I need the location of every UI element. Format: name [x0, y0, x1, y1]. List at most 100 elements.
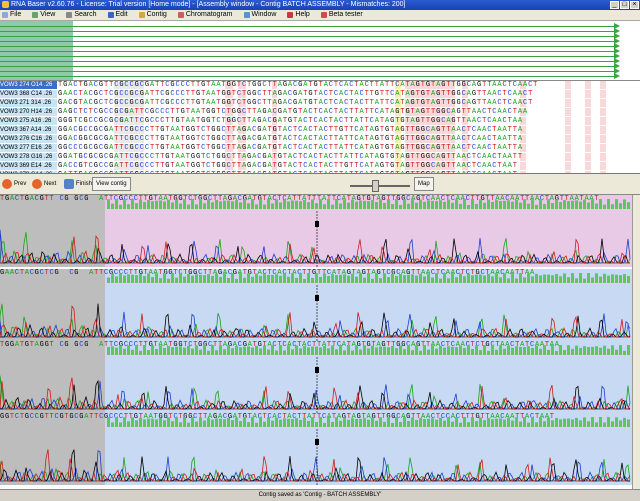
quality-bar — [271, 420, 274, 427]
quality-bar — [427, 349, 430, 355]
chromatogram-trace[interactable]: TGACTGACGTT CG GCG ATTCGCCCTTGTAATGGTCTG… — [0, 195, 632, 267]
quality-bar — [335, 199, 338, 209]
read-sequence[interactable]: GACGTACGCTCGCCGCGATTCGCCCTTGTAATGGTCTGGC… — [58, 99, 640, 108]
chromatogram-panel[interactable]: TGACTGACGTT CG GCG ATTCGCCCTTGTAATGGTCTG… — [0, 195, 632, 489]
read-sequence[interactable]: GGGTCGCCGCGCGATTCGCCCTTGTAATGGTCTGGCTTAG… — [58, 117, 640, 126]
menu-item-help[interactable]: Help — [285, 10, 310, 20]
prev-button[interactable]: Prev — [2, 177, 26, 190]
menu-item-search[interactable]: Search — [64, 10, 97, 20]
quality-bar — [603, 422, 606, 427]
overview-read-line — [0, 41, 615, 42]
cursor-marker — [315, 439, 319, 445]
quality-bar — [147, 350, 150, 355]
read-sequence[interactable]: GGCCCGCGCGATTCGCCCTTGTAATGGTCTGGCTTAGACG… — [58, 144, 640, 153]
menu-item-edit[interactable]: Edit — [106, 10, 128, 20]
read-label[interactable]: VOW3 270 H14 .26 — [0, 108, 57, 117]
quality-bar — [315, 346, 318, 355]
quality-bar — [259, 199, 262, 209]
quality-bar — [575, 200, 578, 209]
contig-overview[interactable] — [0, 21, 640, 81]
menu-item-file[interactable]: File — [0, 10, 21, 20]
chromatogram-trace[interactable]: TGGATGTAGGT CG GCG ATTCGCCCTTGTAATGGTCTG… — [0, 341, 632, 413]
menu-item-window[interactable]: Window — [242, 10, 276, 20]
quality-bar — [355, 201, 358, 209]
overview-read-line — [0, 71, 615, 72]
window-icon — [243, 12, 250, 18]
quality-bar — [259, 417, 262, 427]
quality-bar — [139, 417, 142, 427]
quality-bar — [267, 274, 270, 283]
finish-icon — [64, 178, 74, 189]
menu-item-chromatogram[interactable]: Chromatogram — [176, 10, 233, 20]
quality-bar — [623, 274, 626, 283]
quality-bar — [559, 202, 562, 209]
read-label[interactable]: VOW3 271 314 .26 — [0, 99, 57, 108]
minimize-button[interactable]: _ — [610, 1, 619, 9]
finish-button[interactable]: Finish — [64, 177, 92, 190]
quality-bar — [279, 202, 282, 209]
overview-read-line — [0, 26, 615, 27]
quality-bar — [419, 199, 422, 209]
zoom-slider-track[interactable] — [350, 185, 410, 187]
quality-bar — [299, 273, 302, 283]
quality-bar — [399, 345, 402, 355]
zoom-slider-knob[interactable] — [372, 180, 379, 192]
quality-bar — [223, 200, 226, 209]
read-label[interactable]: VOW3 368 C14 .26 — [0, 90, 57, 99]
quality-bar — [123, 348, 126, 355]
close-button[interactable]: × — [630, 1, 639, 9]
quality-bar — [215, 273, 218, 283]
quality-bar — [339, 345, 342, 355]
quality-bar — [539, 417, 542, 427]
alignment-sequences[interactable]: TGACTGACGTTCGCCGCGATTCGCCCTTGTAATGGTCTGG… — [58, 81, 640, 173]
maximize-button[interactable]: □ — [620, 1, 629, 9]
read-sequence[interactable]: GGACGGCGCGATTCGCCCTTGTAATGGTCTGGCTTAGACG… — [58, 135, 640, 144]
menu-item-beta-tester[interactable]: Beta tester — [319, 10, 363, 20]
next-button[interactable]: Next — [32, 177, 56, 190]
read-label[interactable]: VOW3 277 E16 .26 — [0, 144, 57, 153]
quality-bar — [335, 417, 338, 427]
quality-bar — [119, 345, 122, 355]
quality-bar — [287, 276, 290, 283]
chromatogram-trace[interactable]: GAACTACGCTCG CG ATTCGCCCTTGTAATGGTCTGGCT… — [0, 269, 632, 341]
quality-bar — [223, 349, 226, 355]
read-label[interactable]: VOW3 275 A16 .26 — [0, 117, 57, 126]
quality-bar — [519, 273, 522, 283]
quality-bar — [623, 350, 626, 355]
quality-bar — [359, 200, 362, 209]
map-button[interactable]: Map — [414, 177, 434, 191]
read-label[interactable]: VOW3 278 G16 .26 — [0, 153, 57, 162]
read-label[interactable]: VOW3 369 E14 .26 — [0, 162, 57, 171]
quality-bar — [275, 350, 278, 355]
read-sequence[interactable]: GAACTACGCTCGCCGCGATTCGCCCTTGTAATGGTCTGGC… — [58, 90, 640, 99]
vertical-scrollbar[interactable] — [632, 195, 640, 489]
quality-bar — [483, 420, 486, 427]
read-sequence[interactable]: TGACTGACGTTCGCCGCGATTCGCCCTTGTAATGGTCTGG… — [58, 81, 640, 90]
menu-item-view[interactable]: View — [30, 10, 55, 20]
quality-bar — [291, 273, 294, 283]
trace-plot — [0, 273, 631, 341]
read-sequence[interactable]: GGACGCCGCGATTCGCCCTTGTAATGGTCTGGCTTAGACG… — [58, 126, 640, 135]
read-label[interactable]: VOW3 274 O14 .26 — [0, 81, 57, 90]
read-sequence[interactable]: GGATGCGCGCGATTCGCCCTTGTAATGGTCTGGCTTAGAC… — [58, 153, 640, 162]
overview-read-line — [0, 36, 615, 37]
chromatogram-trace[interactable]: GGTCTGCCGTTCGTGCGATTCGCCCTTGTAATGGTCTGGC… — [0, 413, 632, 485]
quality-bar — [347, 202, 350, 209]
quality-bar — [119, 422, 122, 427]
read-label[interactable]: VOW3 367 A14 .26 — [0, 126, 57, 135]
view-contig-button[interactable]: View contig — [92, 177, 131, 191]
quality-bar — [499, 345, 502, 355]
quality-bar — [427, 418, 430, 427]
quality-bar — [183, 417, 186, 427]
read-label[interactable]: VOW3 276 C16 .26 — [0, 135, 57, 144]
quality-bar — [219, 276, 222, 283]
quality-bar — [475, 421, 478, 427]
quality-bar — [447, 346, 450, 355]
quality-bar — [431, 418, 434, 427]
read-sequence[interactable]: GAGCTCTCGCCGCGATTCGCCCTTGTAATGGTCTGGCTTA… — [58, 108, 640, 117]
quality-bar — [271, 345, 274, 355]
read-sequence[interactable]: GACCGTCGCCGATTCGCCCTTGTAATGGTCTGGCTTAGAC… — [58, 162, 640, 171]
quality-bar — [507, 345, 510, 355]
alignment-panel[interactable]: VOW3 274 O14 .26 VOW3 368 C14 .26 VOW3 271… — [0, 81, 640, 174]
menu-item-contig[interactable]: Contig — [137, 10, 167, 20]
